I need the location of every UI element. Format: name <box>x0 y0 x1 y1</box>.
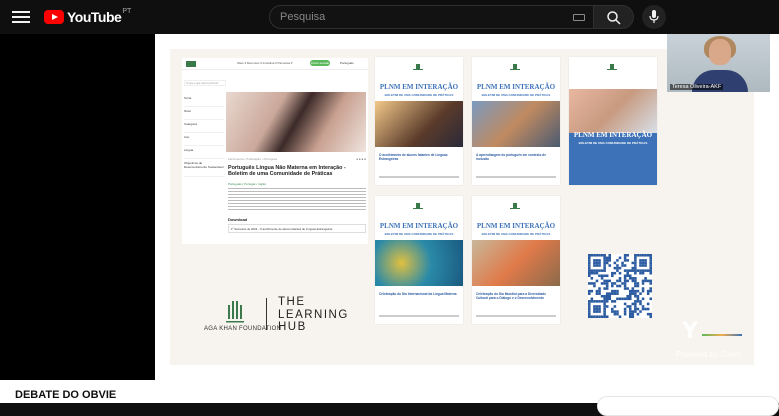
hub-line-2: LEARNING <box>278 308 349 321</box>
filter-item: Categoria <box>184 120 224 133</box>
hub-line-1: THE <box>278 296 306 308</box>
website-filter-sidebar: Tema Nível Categoria Ano Língua Objectiv… <box>184 94 224 177</box>
filter-item: Objectivos de Desenvolvimento Sustentáve… <box>184 159 224 177</box>
bulletin-caption: O acolhimento de alunos falantes de Líng… <box>379 153 448 162</box>
bulletin-title: PLNM EM INTERAÇÃO <box>573 131 653 139</box>
website-nav-links: Sites ▾ Recursos ▾ Iniciativa ▾ Parceria… <box>237 61 293 65</box>
bulletin-photo <box>569 89 657 133</box>
zoom-watermark: Powered by Zoom <box>676 350 741 359</box>
bulletin-title: PLNM EM INTERAÇÃO <box>476 83 556 91</box>
foundation-small-logo <box>413 203 423 209</box>
foundation-small-logo <box>510 203 520 209</box>
website-share-bar: Ferramenta • Publicação • Português <box>228 157 366 161</box>
foundation-small-logo <box>607 64 617 70</box>
bulletin-footer <box>476 176 556 178</box>
website-article-title: Português Língua Não Materna em Interaçã… <box>228 165 346 178</box>
bulletin-title: PLNM EM INTERAÇÃO <box>379 83 459 91</box>
bulletin-footer <box>379 176 459 178</box>
speaker-face <box>709 39 731 65</box>
website-language: Português <box>340 61 354 65</box>
region-code: PT <box>122 7 132 15</box>
website-login-button: Iniciar sessão <box>310 60 330 66</box>
bulletin-caption: Celebração do Dia Internacional da Língu… <box>379 292 457 296</box>
qr-code <box>588 254 652 318</box>
foundation-small-logo <box>413 64 423 70</box>
youtube-logo[interactable]: YouTube PT <box>44 7 132 25</box>
aga-khan-foundation-logo-icon <box>226 301 244 323</box>
bulletin-photo <box>472 101 560 147</box>
player-letterbox <box>0 34 155 380</box>
bulletin-caption: Celebração do Dia Mundial para a Diversi… <box>476 292 546 301</box>
bulletin-title: PLNM EM INTERAÇÃO <box>379 222 459 230</box>
bulletin-subtitle: BOLETIM DE UMA COMUNIDADE DE PRÁTICAS <box>481 232 551 236</box>
bulletin-cover: PLNM EM INTERAÇÃO BOLETIM DE UMA COMUNID… <box>472 196 560 324</box>
bulletin-photo <box>472 240 560 286</box>
bulletin-footer <box>476 315 556 317</box>
microphone-icon <box>649 10 659 23</box>
bulletin-footer <box>379 315 459 317</box>
qr-code-icon <box>588 254 652 318</box>
filter-item: Língua <box>184 146 224 159</box>
website-nav: Sites ▾ Recursos ▾ Iniciativa ▾ Parceria… <box>182 58 368 70</box>
website-article-body <box>228 188 366 210</box>
bulletin-photo <box>375 101 463 147</box>
website-search: O Que é que está a procura? <box>184 80 226 86</box>
keyboard-icon[interactable] <box>573 14 585 21</box>
bulletin-subtitle: BOLETIM DE UMA COMUNIDADE DE PRÁTICAS <box>384 93 454 97</box>
website-article-meta: Português | Portugal • Inglês <box>228 182 267 186</box>
search-button[interactable] <box>594 5 634 29</box>
website-logo <box>186 61 196 67</box>
bulletin-cover: PLNM EM INTERAÇÃO BOLETIM DE UMA COMUNID… <box>375 57 463 185</box>
hub-line-3: HUB <box>278 321 307 333</box>
hamburger-icon[interactable] <box>12 8 30 26</box>
filter-item: Ano <box>184 133 224 146</box>
foundation-name: AGA KHAN FOUNDATION <box>204 326 282 332</box>
bulletin-title: PLNM EM INTERAÇÃO <box>476 222 556 230</box>
bulletin-photo <box>375 240 463 286</box>
search-placeholder: Pesquisa <box>280 11 326 23</box>
bulletin-header-band <box>569 57 657 89</box>
learning-hub-website: Sites ▾ Recursos ▾ Iniciativa ▾ Parceria… <box>182 58 368 244</box>
logo-text: YouTube <box>67 9 122 25</box>
video-title: DEBATE DO OBVIE <box>15 389 117 401</box>
filter-item: Tema <box>184 94 224 107</box>
bulletin-subtitle: BOLETIM DE UMA COMUNIDADE DE PRÁTICAS <box>481 93 551 97</box>
filter-item: Nível <box>184 107 224 120</box>
website-download-row: 1º Semestre de 2023 - O acolhimento de a… <box>228 224 366 233</box>
sidebar-chip-bar[interactable] <box>597 396 779 416</box>
search-input[interactable]: Pesquisa <box>269 5 594 29</box>
bulletin-cover: PLNM EM INTERAÇÃO BOLETIM DE UMA COMUNID… <box>569 57 657 185</box>
youtube-play-icon <box>44 10 64 24</box>
participant-name: Teresa Oliveira-AKF <box>670 84 724 90</box>
website-hero-photo <box>226 92 366 152</box>
bulletin-cover: PLNM EM INTERAÇÃO BOLETIM DE UMA COMUNID… <box>472 57 560 185</box>
bulletin-subtitle: BOLETIM DE UMA COMUNIDADE DE PRÁTICAS <box>578 141 648 145</box>
youtube-header: YouTube PT Pesquisa <box>0 0 779 34</box>
search-icon <box>607 11 621 25</box>
voice-search-button[interactable] <box>642 5 666 29</box>
bulletin-subtitle: BOLETIM DE UMA COMUNIDADE DE PRÁTICAS <box>384 232 454 236</box>
hub-divider <box>266 298 267 330</box>
zoom-logo-icon: Y <box>680 319 742 345</box>
bulletin-cover: PLNM EM INTERAÇÃO BOLETIM DE UMA COMUNID… <box>375 196 463 324</box>
bulletin-caption: A aprendizagem do português em contexto … <box>476 153 547 162</box>
website-download-heading: Download <box>228 217 248 222</box>
learning-hub-wordmark: THE LEARNING HUB <box>278 296 349 334</box>
foundation-small-logo <box>510 64 520 70</box>
speaker-webcam: Teresa Oliveira-AKF <box>667 34 770 92</box>
